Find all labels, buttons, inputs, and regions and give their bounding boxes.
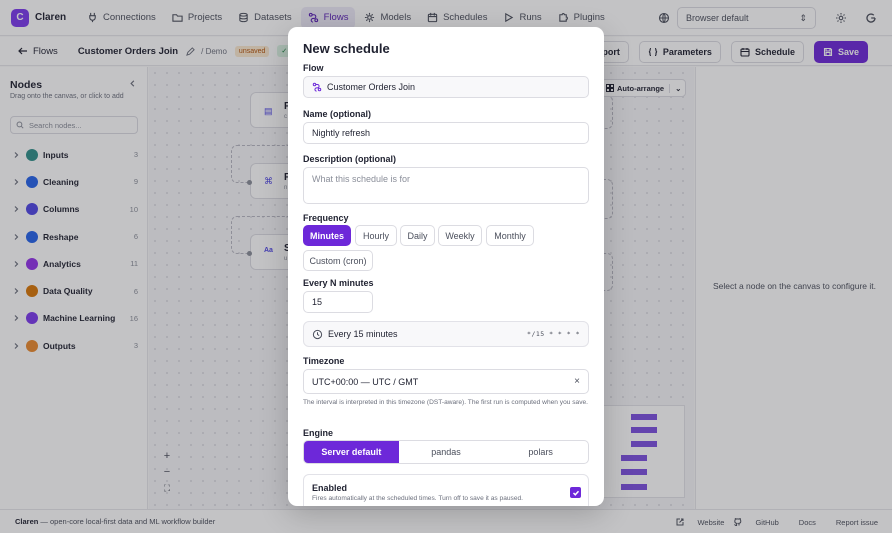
description-label: Description (optional) <box>303 154 396 164</box>
every-n-minutes-value: 15 <box>312 297 323 307</box>
engine-pandas-option[interactable]: pandas <box>399 441 494 463</box>
engine-label: Engine <box>303 428 334 438</box>
schedule-summary-text: Every 15 minutes <box>328 329 398 339</box>
close-icon[interactable]: × <box>574 376 580 387</box>
timezone-select[interactable]: UTC+00:00 — UTC / GMT × <box>303 369 589 394</box>
flow-icon <box>312 82 322 92</box>
clock-icon <box>312 329 323 339</box>
frequency-weekly-button[interactable]: Weekly <box>438 225 482 246</box>
timezone-value: UTC+00:00 — UTC / GMT <box>312 376 419 387</box>
timezone-label: Timezone <box>303 356 345 366</box>
description-textarea[interactable]: What this schedule is for <box>303 167 589 204</box>
frequency-label: Frequency <box>303 213 349 223</box>
flow-label: Flow <box>303 63 324 73</box>
frequency-custom-cron-button[interactable]: Custom (cron) <box>303 250 373 271</box>
enabled-help: Fires automatically at the scheduled tim… <box>312 495 523 502</box>
enabled-toggle-row[interactable]: Enabled Fires automatically at the sched… <box>303 474 589 506</box>
every-n-minutes-input[interactable]: 15 <box>303 291 373 313</box>
enabled-label: Enabled <box>312 483 348 493</box>
name-input[interactable]: Nightly refresh <box>303 122 589 144</box>
timezone-help: The interval is interpreted in this time… <box>303 399 588 406</box>
frequency-monthly-button[interactable]: Monthly <box>486 225 534 246</box>
description-placeholder: What this schedule is for <box>312 174 411 184</box>
frequency-minutes-button[interactable]: Minutes <box>303 225 351 246</box>
every-n-minutes-label: Every N minutes <box>303 278 374 288</box>
name-input-value: Nightly refresh <box>312 128 371 138</box>
frequency-hourly-button[interactable]: Hourly <box>355 225 397 246</box>
cron-expression: */15 * * * * <box>527 330 580 338</box>
engine-segmented-control: Server default pandas polars <box>303 440 589 464</box>
enabled-checkbox[interactable] <box>570 487 581 498</box>
dialog-title: New schedule <box>303 41 390 56</box>
name-label: Name (optional) <box>303 109 372 119</box>
new-schedule-dialog: New schedule Flow Customer Orders Join N… <box>288 27 604 506</box>
frequency-daily-button[interactable]: Daily <box>400 225 435 246</box>
engine-server-default-option[interactable]: Server default <box>304 441 399 463</box>
check-icon <box>572 490 579 496</box>
schedule-summary: Every 15 minutes */15 * * * * <box>303 321 589 347</box>
flow-field: Customer Orders Join <box>303 76 589 98</box>
flow-field-value: Customer Orders Join <box>327 82 416 92</box>
engine-polars-option[interactable]: polars <box>493 441 588 463</box>
